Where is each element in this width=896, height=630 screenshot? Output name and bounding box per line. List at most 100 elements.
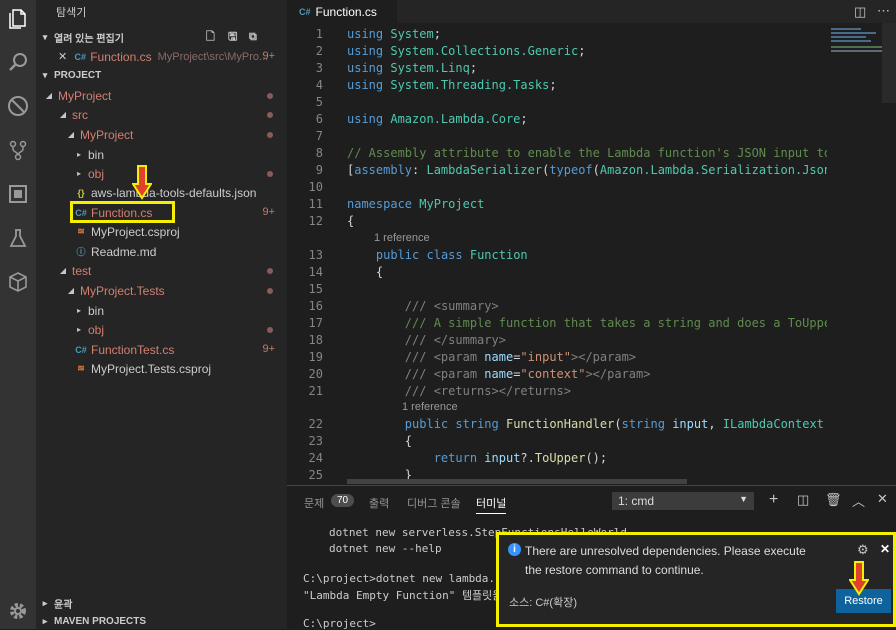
- close-all-icon[interactable]: ⧉: [249, 31, 257, 44]
- tree-item[interactable]: ◢ MyProject: [36, 125, 287, 144]
- new-file-icon[interactable]: 🗋: [206, 28, 215, 47]
- settings-gear-icon[interactable]: [0, 593, 36, 629]
- tree-item[interactable]: {} aws-lambda-tools-defaults.json: [36, 183, 287, 202]
- rss-file-icon: ≋: [77, 363, 85, 373]
- code-line: return input?.ToUpper();: [433, 451, 608, 465]
- line-number: 22: [308, 417, 323, 431]
- tree-item[interactable]: ▸ bin: [36, 145, 287, 164]
- outline-header[interactable]: ▸ 윤곽: [36, 593, 287, 613]
- maven-header[interactable]: ▸ MAVEN PROJECTS: [36, 611, 287, 629]
- project-label: PROJECT: [54, 69, 102, 81]
- chevron-right-icon: ▸: [76, 325, 81, 334]
- split-editor-icon[interactable]: ◫: [854, 4, 866, 20]
- tab-problems[interactable]: 문제: [304, 495, 324, 511]
- open-editor-item[interactable]: ✕ C# Function.cs MyProject\src\MyPro... …: [36, 47, 287, 66]
- line-number: 11: [308, 197, 323, 211]
- code-line: /// <returns></returns>: [404, 384, 571, 398]
- gear-icon[interactable]: ⚙: [857, 542, 869, 558]
- chevron-up-icon[interactable]: ︿: [852, 491, 865, 510]
- open-editors-header[interactable]: ▾ 열려 있는 편집기 🗋 🖫 ⧉: [36, 27, 287, 47]
- line-number: 8: [315, 146, 323, 160]
- tree-item[interactable]: ▸ obj: [36, 320, 287, 339]
- debug-icon[interactable]: [0, 88, 36, 124]
- package-cube-icon[interactable]: [0, 264, 36, 300]
- tab-output[interactable]: 출력: [369, 495, 389, 511]
- down-arrow-icon: [132, 165, 152, 200]
- maven-label: MAVEN PROJECTS: [54, 615, 147, 627]
- code-line: namespace MyProject: [347, 197, 485, 211]
- codelens-reference[interactable]: 1 reference: [402, 401, 458, 413]
- terminal-select-value: 1: cmd: [618, 494, 655, 508]
- codelens-reference[interactable]: 1 reference: [374, 232, 430, 244]
- tree-item[interactable]: ◢ test: [36, 261, 287, 280]
- line-number: 1: [315, 27, 323, 41]
- notification-source: 소스: C#(확장): [509, 597, 577, 609]
- search-icon[interactable]: [0, 44, 36, 80]
- tree-item[interactable]: ≋ MyProject.Tests.csproj: [36, 359, 287, 378]
- tree-item[interactable]: ◢ MyProject: [36, 86, 287, 105]
- notification-message: There are unresolved dependencies. Pleas…: [525, 544, 806, 577]
- tree-item[interactable]: ▸ obj: [36, 164, 287, 183]
- explorer-icon[interactable]: [0, 0, 36, 36]
- tree-label: Readme.md: [91, 244, 157, 259]
- info-file-icon: ⓘ: [76, 247, 86, 257]
- tree-item[interactable]: ◢ MyProject.Tests: [36, 281, 287, 300]
- horizontal-scrollbar[interactable]: [347, 479, 687, 484]
- extensions-icon[interactable]: [0, 176, 36, 212]
- code-line: [assembly: LambdaSerializer(typeof(Amazo…: [347, 163, 827, 177]
- tree-item[interactable]: ▸ bin: [36, 301, 287, 320]
- function-highlight-box: [70, 201, 175, 223]
- terminal-prompt[interactable]: C:\project>: [303, 617, 376, 630]
- trash-icon[interactable]: 🗑: [825, 492, 842, 508]
- line-number: 25: [308, 468, 323, 482]
- tree-label: MyProject: [80, 127, 134, 142]
- line-number: 13: [308, 248, 323, 262]
- source-control-icon[interactable]: [0, 132, 36, 168]
- line-number: 18: [308, 333, 323, 347]
- code-editor[interactable]: 1 2 3 4 5 6 7 8 9 10 11 12 13 14 15 16 1…: [287, 23, 827, 485]
- project-header[interactable]: ▾ PROJECT: [36, 65, 287, 85]
- line-number: 20: [308, 367, 323, 381]
- tree-item[interactable]: ◢ src: [36, 105, 287, 124]
- tab-function-cs[interactable]: C# Function.cs: [287, 0, 397, 23]
- line-number: 4: [315, 78, 323, 92]
- csharp-file-icon: C#: [299, 6, 311, 17]
- terminal-select[interactable]: 1: cmd ▼: [612, 492, 754, 510]
- tree-item[interactable]: C# FunctionTest.cs 9+: [36, 340, 287, 359]
- chevron-down-icon: ◢: [59, 110, 67, 119]
- code-line: using System.Collections.Generic;: [347, 44, 586, 58]
- problem-badge: 9+: [262, 206, 275, 218]
- chevron-down-icon: ◢: [67, 286, 75, 295]
- close-icon[interactable]: ✕: [880, 542, 890, 556]
- test-flask-icon[interactable]: [0, 220, 36, 256]
- line-number: 12: [308, 214, 323, 228]
- close-icon[interactable]: ✕: [877, 491, 888, 507]
- chevron-down-icon: ▼: [739, 494, 748, 504]
- chevron-down-icon: ◢: [67, 130, 75, 139]
- more-icon[interactable]: ⋯: [877, 3, 890, 19]
- tree-item[interactable]: ≋ MyProject.csproj: [36, 222, 287, 241]
- info-icon: i: [508, 543, 521, 556]
- tab-terminal[interactable]: 터미널: [476, 495, 507, 514]
- minimap[interactable]: [827, 23, 896, 485]
- activity-bar: [0, 0, 36, 629]
- modified-dot: [267, 132, 273, 138]
- chevron-down-icon: ◢: [45, 91, 53, 100]
- tree-item[interactable]: ⓘ Readme.md: [36, 242, 287, 261]
- tree-label: obj: [88, 166, 105, 181]
- tab-debug-console[interactable]: 디버그 콘솔: [407, 495, 461, 511]
- tree-label: src: [72, 107, 88, 122]
- close-icon[interactable]: ✕: [58, 50, 67, 63]
- down-arrow-icon: [849, 561, 869, 596]
- line-number: 6: [315, 112, 323, 126]
- tree-label: FunctionTest.cs: [91, 342, 175, 357]
- modified-dot: [267, 327, 273, 333]
- plus-icon[interactable]: +: [769, 491, 778, 509]
- split-terminal-icon[interactable]: ◫: [797, 492, 809, 508]
- line-number: 23: [308, 434, 323, 448]
- line-number: 24: [308, 451, 323, 465]
- modified-dot: [267, 112, 273, 118]
- tree-label: MyProject.Tests.csproj: [91, 361, 212, 376]
- code-line: public class Function: [375, 248, 528, 262]
- save-all-icon[interactable]: 🖫: [228, 28, 237, 47]
